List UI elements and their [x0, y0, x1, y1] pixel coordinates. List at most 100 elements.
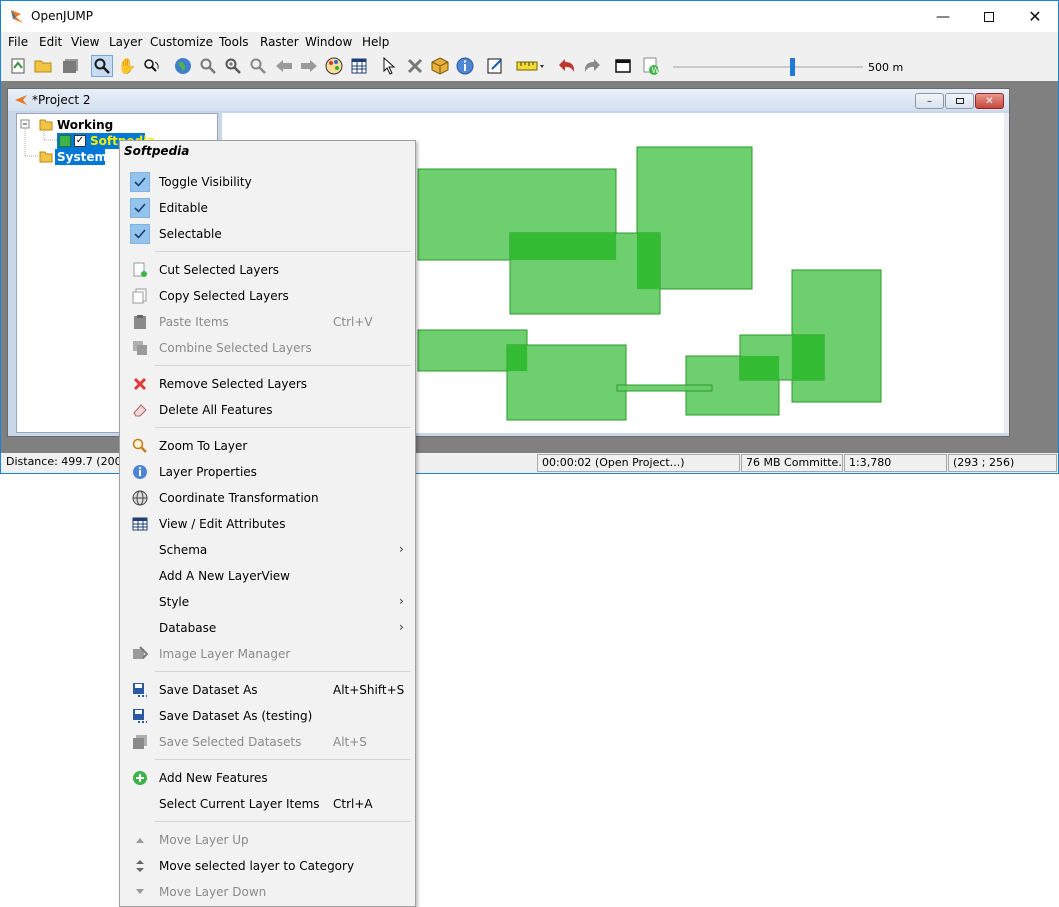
- zoom-tool-button[interactable]: [91, 55, 113, 77]
- project-title: *Project 2: [32, 93, 91, 107]
- menu-item-editable[interactable]: Editable: [120, 195, 415, 221]
- restore-icon: [955, 98, 964, 104]
- menu-item-label: Style: [159, 595, 190, 609]
- tree-category-working[interactable]: Working: [57, 118, 113, 132]
- menu-item-label: Zoom To Layer: [159, 439, 248, 453]
- nav-forward-button[interactable]: [298, 55, 320, 77]
- minimize-button[interactable]: —: [920, 1, 966, 32]
- status-time: 00:00:02 (Open Project...): [537, 454, 740, 472]
- nav-back-button[interactable]: [273, 55, 295, 77]
- frame-minimize-button[interactable]: –: [915, 93, 944, 109]
- menu-item-move-layer-down[interactable]: Move Layer Down: [120, 879, 415, 905]
- menu-item-label: Paste Items: [159, 315, 229, 329]
- menu-item-combine-layers[interactable]: Combine Selected Layers: [120, 335, 415, 361]
- zoom-hand-icon: [144, 59, 159, 72]
- menu-item-image-layer-manager[interactable]: Image Layer Manager: [120, 641, 415, 667]
- status-coords: (293 ; 256): [948, 454, 1057, 472]
- zoom-in-icon: [225, 58, 241, 74]
- info-button[interactable]: [454, 55, 476, 77]
- close-icon: ✕: [985, 95, 994, 107]
- wms-button[interactable]: W: [640, 55, 662, 77]
- select-tool-button[interactable]: [378, 55, 400, 77]
- menu-item-label: Toggle Visibility: [159, 175, 252, 189]
- menu-help[interactable]: Help: [362, 35, 389, 49]
- frame-restore-button[interactable]: [945, 93, 974, 109]
- menu-item-delete-all-features[interactable]: Delete All Features: [120, 397, 415, 423]
- window-title: OpenJUMP: [31, 9, 93, 23]
- menu-window[interactable]: Window: [305, 35, 352, 49]
- menu-item-save-selected-datasets[interactable]: Save Selected Datasets Alt+S: [120, 729, 415, 755]
- edit-tool-button[interactable]: [404, 55, 426, 77]
- layer-visible-checkbox[interactable]: ✓: [74, 135, 86, 147]
- menu-item-add-layerview[interactable]: Add A New LayerView: [120, 563, 415, 589]
- menu-view[interactable]: View: [71, 35, 99, 49]
- pan-tool-button[interactable]: ✋: [116, 55, 138, 77]
- save-project-button[interactable]: [60, 55, 82, 77]
- move-category-icon: [130, 856, 150, 876]
- edit-note-button[interactable]: [484, 55, 506, 77]
- scale-slider-thumb[interactable]: [790, 58, 795, 76]
- project-frame-titlebar[interactable]: *Project 2 – ✕: [8, 89, 1009, 111]
- menu-item-view-edit-attributes[interactable]: View / Edit Attributes: [120, 511, 415, 537]
- tree-category-system[interactable]: System: [57, 150, 107, 164]
- new-project-button[interactable]: [7, 55, 29, 77]
- copy-icon: [130, 286, 150, 306]
- chevron-right-icon: ›: [399, 594, 404, 608]
- menu-customize[interactable]: Customize: [150, 35, 213, 49]
- check-icon: [130, 198, 150, 218]
- cut-icon: [130, 260, 150, 280]
- redo-button[interactable]: [581, 55, 603, 77]
- menu-item-copy-layers[interactable]: Copy Selected Layers: [120, 283, 415, 309]
- feature-box-button[interactable]: [429, 55, 451, 77]
- menu-item-move-to-category[interactable]: Move selected layer to Category: [120, 853, 415, 879]
- status-memory: 76 MB Committe...: [741, 454, 843, 472]
- menu-item-select-current-layer-items[interactable]: Select Current Layer Items Ctrl+A: [120, 791, 415, 817]
- menu-raster[interactable]: Raster: [260, 35, 299, 49]
- menu-item-schema[interactable]: Schema ›: [120, 537, 415, 563]
- open-project-button[interactable]: [33, 55, 55, 77]
- menu-item-selectable[interactable]: Selectable: [120, 221, 415, 247]
- zoom-in-button[interactable]: [222, 55, 244, 77]
- menu-item-coordinate-transformation[interactable]: Coordinate Transformation: [120, 485, 415, 511]
- menu-item-toggle-visibility[interactable]: Toggle Visibility: [120, 169, 415, 195]
- close-icon: ✕: [1028, 7, 1042, 26]
- menu-item-move-layer-up[interactable]: Move Layer Up: [120, 827, 415, 853]
- menu-item-style[interactable]: Style ›: [120, 589, 415, 615]
- zoom-previous-button[interactable]: [197, 55, 219, 77]
- frame-close-button[interactable]: ✕: [975, 93, 1004, 109]
- menu-item-database[interactable]: Database ›: [120, 615, 415, 641]
- menu-item-paste-items[interactable]: Paste Items Ctrl+V: [120, 309, 415, 335]
- arrow-down-icon: [130, 882, 150, 902]
- style-button[interactable]: [323, 55, 345, 77]
- measure-button[interactable]: [515, 55, 547, 77]
- zoom-out-button[interactable]: [247, 55, 269, 77]
- menu-item-remove-layers[interactable]: Remove Selected Layers: [120, 371, 415, 397]
- menu-item-add-new-features[interactable]: Add New Features: [120, 765, 415, 791]
- menu-separator: [155, 671, 411, 672]
- zoom-full-extent-button[interactable]: [172, 55, 194, 77]
- scale-slider-track[interactable]: [673, 66, 863, 68]
- menu-item-layer-properties[interactable]: Layer Properties: [120, 459, 415, 485]
- menu-edit[interactable]: Edit: [39, 35, 62, 49]
- menu-item-save-dataset-as[interactable]: Save Dataset As Alt+Shift+S: [120, 677, 415, 703]
- zoom-pan-button[interactable]: [141, 55, 163, 77]
- menu-item-save-dataset-as-testing[interactable]: Save Dataset As (testing): [120, 703, 415, 729]
- cursor-icon: [383, 57, 396, 75]
- maximize-button[interactable]: [966, 1, 1012, 32]
- menu-layer[interactable]: Layer: [109, 35, 142, 49]
- attribute-table-button[interactable]: [348, 55, 370, 77]
- close-button[interactable]: ✕: [1012, 1, 1058, 32]
- menu-item-label: Combine Selected Layers: [159, 341, 312, 355]
- menu-file[interactable]: File: [8, 35, 28, 49]
- menu-item-cut-layers[interactable]: Cut Selected Layers: [120, 257, 415, 283]
- menu-separator: [155, 365, 411, 366]
- menu-tools[interactable]: Tools: [219, 35, 249, 49]
- menu-item-shortcut: Alt+Shift+S: [333, 683, 405, 697]
- window-frame-button[interactable]: [612, 55, 634, 77]
- arrow-left-icon: [276, 60, 292, 72]
- folder-icon: [39, 151, 53, 163]
- undo-button[interactable]: [556, 55, 578, 77]
- map-scrollbar[interactable]: [1004, 113, 1009, 433]
- menu-item-label: Remove Selected Layers: [159, 377, 308, 391]
- menu-item-zoom-to-layer[interactable]: Zoom To Layer: [120, 433, 415, 459]
